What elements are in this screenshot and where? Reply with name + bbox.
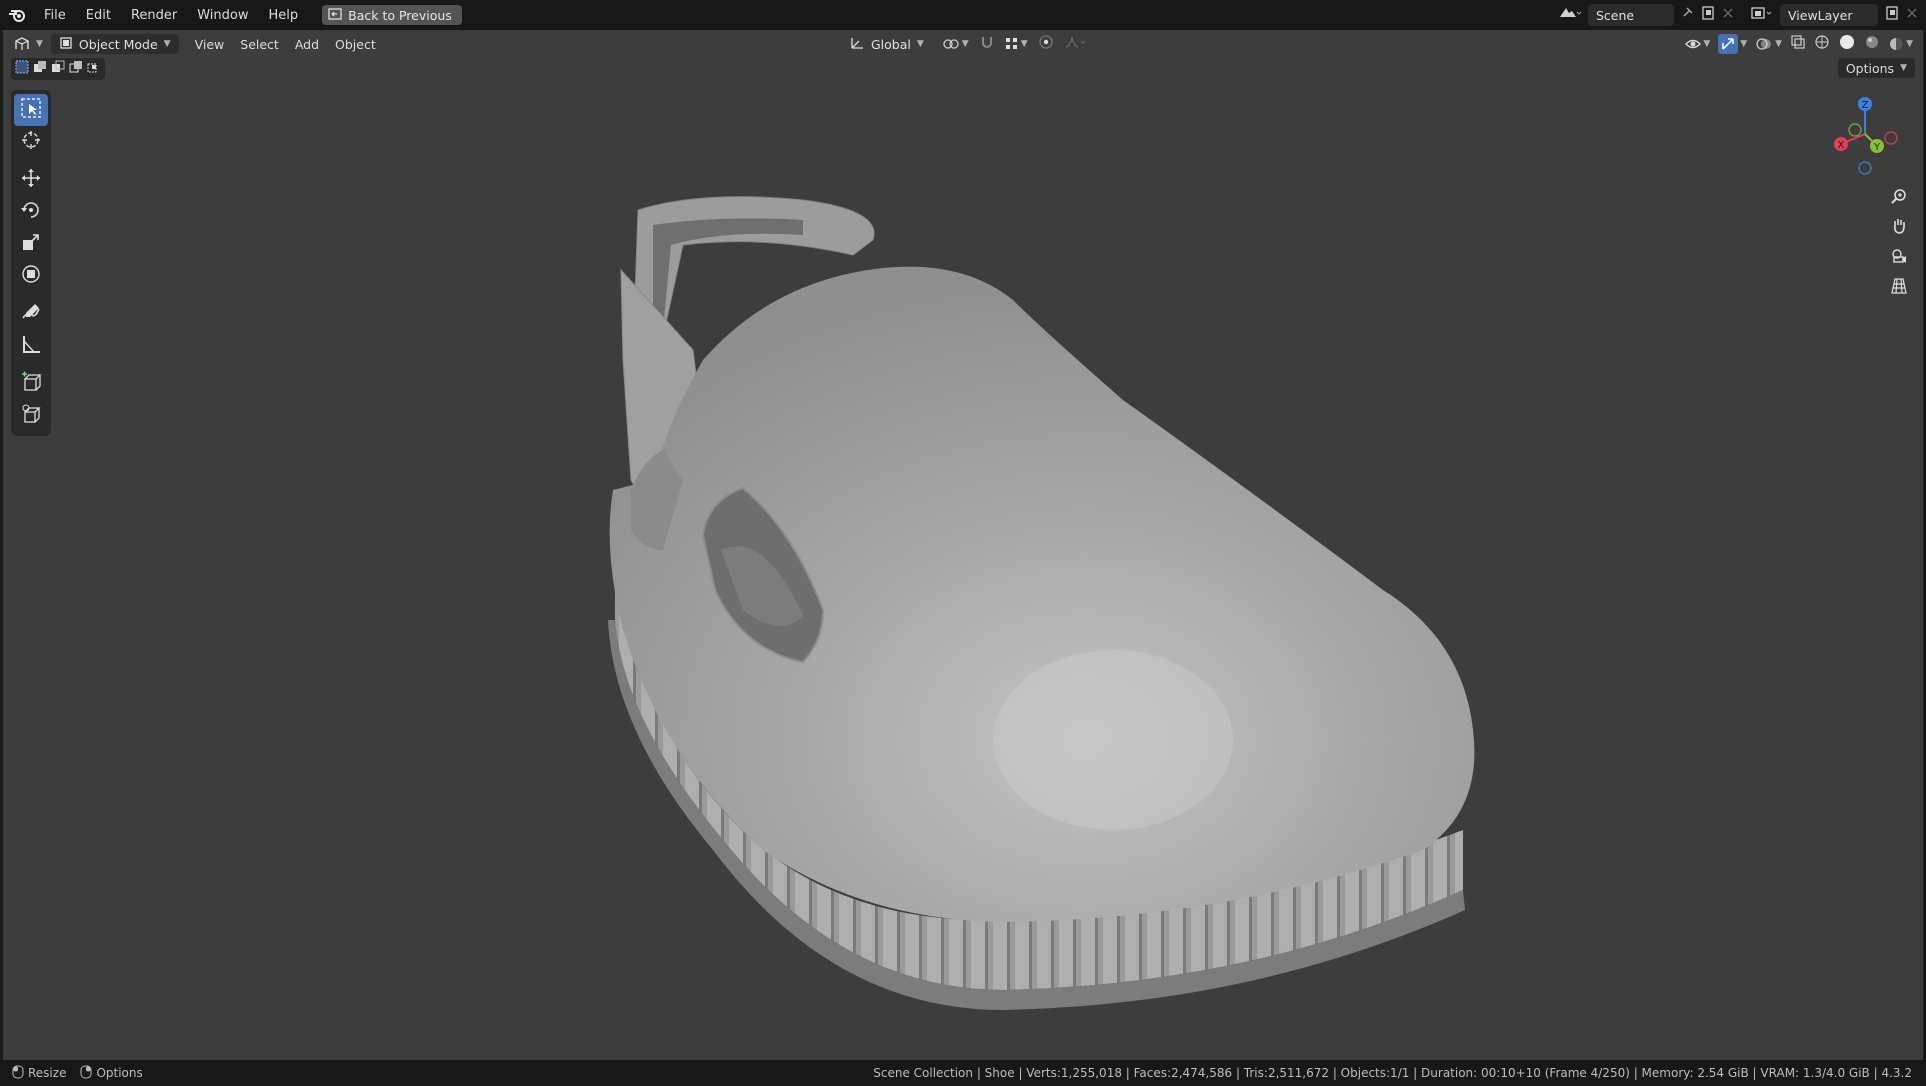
workspace-selectors: Scene ViewLayer	[1558, 4, 1918, 26]
new-scene-icon[interactable]	[1700, 5, 1716, 25]
grid-perspective-icon	[1890, 277, 1908, 299]
mouse-right-icon	[80, 1065, 92, 1082]
shoe-model[interactable]	[3, 30, 1923, 1060]
menu-edit[interactable]: Edit	[76, 8, 121, 23]
gizmo-x-label: X	[1838, 140, 1845, 151]
hand-icon	[1890, 217, 1908, 239]
menu-file[interactable]: File	[34, 8, 76, 23]
viewlayer-name-field[interactable]: ViewLayer	[1780, 4, 1878, 26]
viewlayer-browse-icon[interactable]	[1750, 5, 1774, 25]
scene-name-text: Scene	[1596, 7, 1635, 23]
3d-viewport[interactable]: ▼ Object Mode ▼ View Select Add Object G…	[3, 30, 1923, 1060]
back-to-previous-button[interactable]: Back to Previous	[322, 5, 462, 25]
zoom-view-button[interactable]	[1885, 184, 1913, 212]
status-options-label: Options	[96, 1066, 143, 1080]
status-options: Options	[80, 1065, 143, 1082]
menu-window[interactable]: Window	[187, 8, 258, 23]
navigation-gizmo[interactable]: Z X Y	[1825, 90, 1905, 180]
toggle-perspective-button[interactable]	[1885, 274, 1913, 302]
gizmo-z-label: Z	[1862, 100, 1869, 111]
blender-logo-icon[interactable]	[0, 8, 34, 22]
new-viewlayer-icon[interactable]	[1884, 5, 1900, 25]
status-resize: Resize	[12, 1065, 66, 1082]
pan-view-button[interactable]	[1885, 214, 1913, 242]
menu-help[interactable]: Help	[259, 8, 309, 23]
scene-name-field[interactable]: Scene	[1588, 4, 1674, 26]
mouse-left-icon	[12, 1065, 24, 1082]
scene-browse-icon[interactable]	[1558, 5, 1582, 25]
viewlayer-name-text: ViewLayer	[1788, 7, 1853, 23]
menu-render[interactable]: Render	[121, 8, 187, 23]
top-menu-bar: File Edit Render Window Help Back to Pre…	[0, 0, 1926, 30]
scene-statistics: Scene Collection | Shoe | Verts:1,255,01…	[873, 1066, 1912, 1080]
back-icon	[328, 7, 342, 23]
zoom-icon	[1890, 187, 1908, 209]
pin-icon[interactable]	[1680, 6, 1694, 24]
gizmo-y-label: Y	[1873, 142, 1881, 153]
camera-view-button[interactable]	[1885, 244, 1913, 272]
status-bar: Resize Options Scene Collection | Shoe |…	[0, 1060, 1926, 1086]
status-resize-label: Resize	[28, 1066, 67, 1080]
delete-viewlayer-icon[interactable]	[1906, 7, 1918, 23]
back-to-previous-label: Back to Previous	[348, 7, 452, 23]
delete-scene-icon[interactable]	[1722, 7, 1734, 23]
camera-icon	[1890, 247, 1908, 269]
